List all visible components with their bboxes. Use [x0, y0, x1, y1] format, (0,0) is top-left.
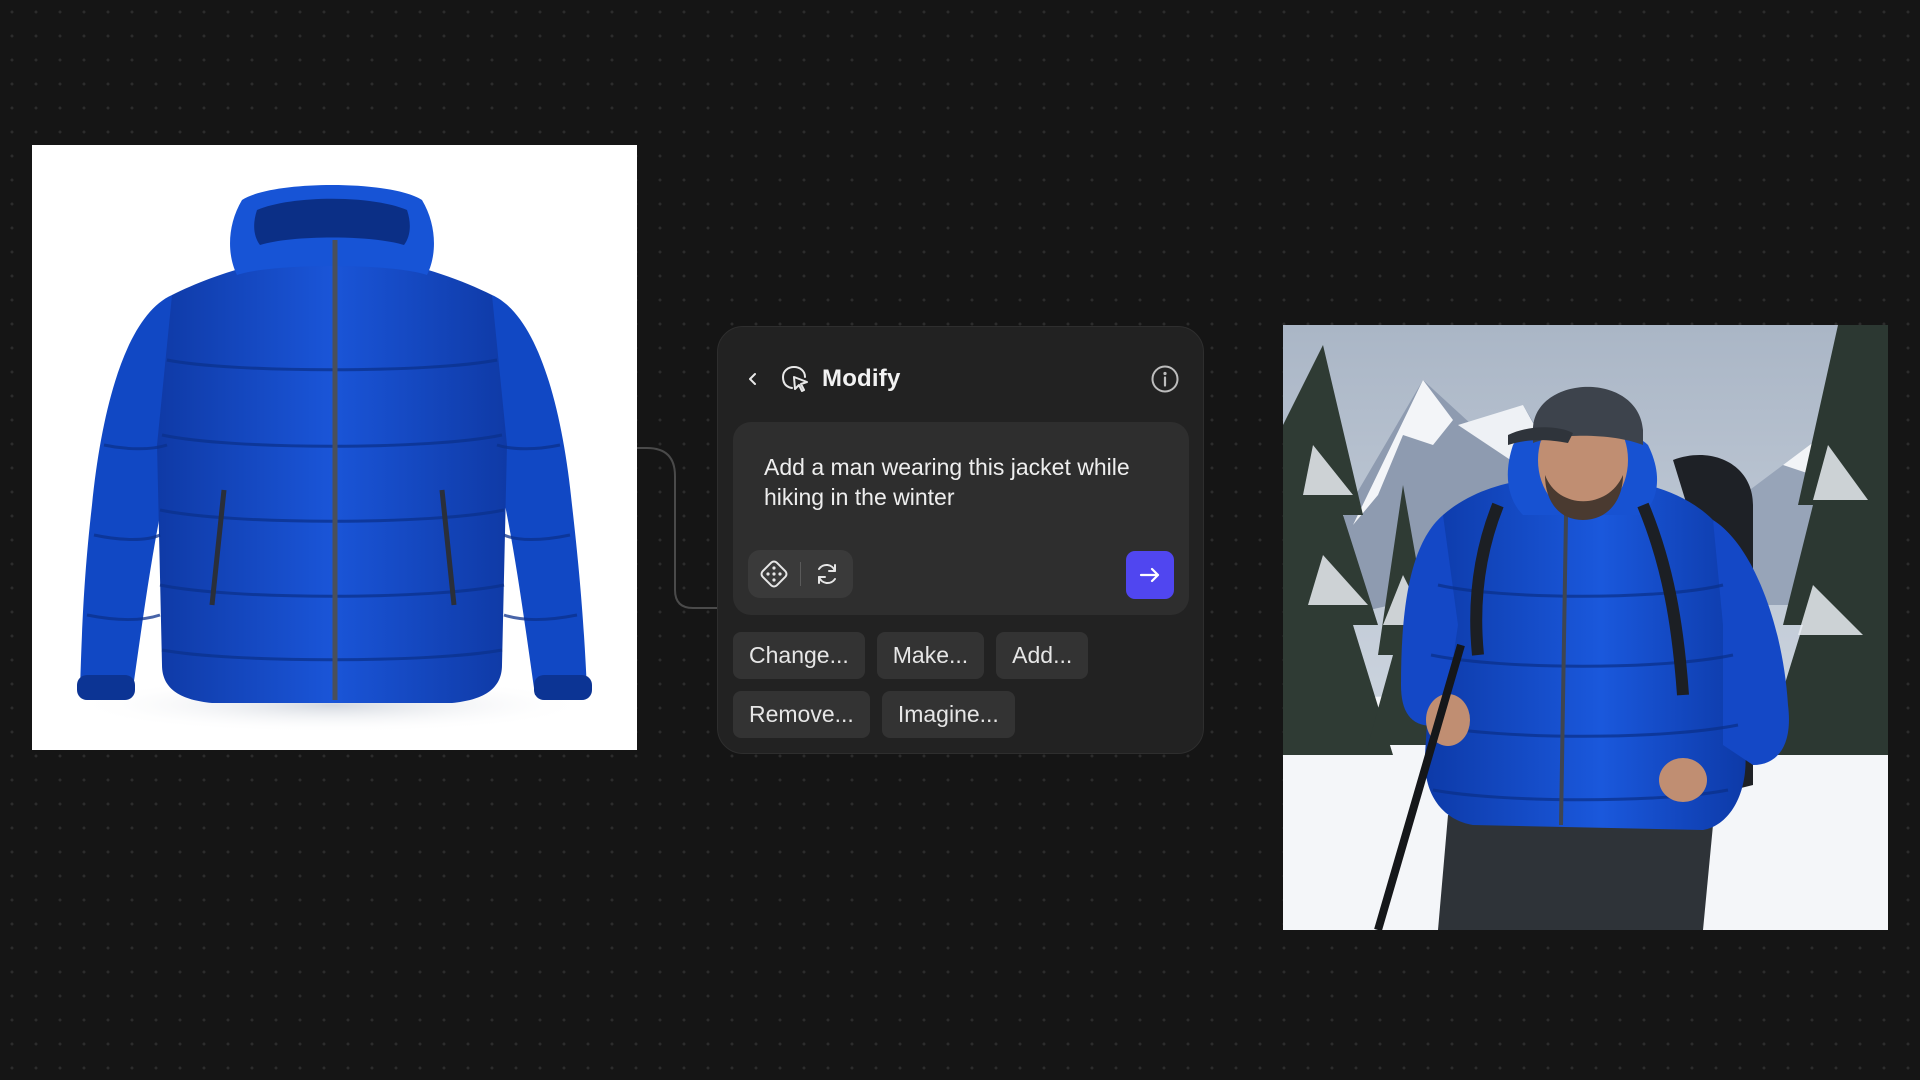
- send-button[interactable]: [1126, 551, 1174, 599]
- source-image[interactable]: [32, 145, 637, 750]
- chip-imagine[interactable]: Imagine...: [881, 691, 1015, 738]
- chip-make[interactable]: Make...: [876, 632, 985, 679]
- result-image[interactable]: [1283, 325, 1888, 930]
- arrow-right-icon: [1139, 567, 1160, 583]
- connector-line: [637, 447, 717, 609]
- chevron-left-icon: [749, 373, 756, 385]
- modify-panel: Modify Add a man wearing this jacket whi…: [717, 326, 1204, 754]
- cursor-sparkle-icon: [778, 362, 812, 396]
- prompt-box[interactable]: Add a man wearing this jacket while hiki…: [733, 422, 1189, 615]
- dice-icon: [760, 560, 788, 588]
- hiker-image: [1283, 325, 1888, 930]
- back-button[interactable]: [740, 366, 766, 392]
- suggestion-chips: Change... Make... Add... Remove... Imagi…: [733, 632, 1193, 738]
- panel-title: Modify: [822, 365, 901, 392]
- info-icon: [1151, 365, 1179, 393]
- canvas: Modify Add a man wearing this jacket whi…: [0, 0, 1920, 1080]
- refresh-icon: [818, 564, 836, 584]
- prompt-input[interactable]: Add a man wearing this jacket while hiki…: [764, 452, 1164, 512]
- prompt-tools: [748, 550, 853, 598]
- info-button[interactable]: [1149, 363, 1181, 395]
- randomize-button[interactable]: [748, 550, 800, 598]
- panel-header: Modify: [740, 359, 1181, 399]
- chip-add[interactable]: Add...: [996, 632, 1089, 679]
- regenerate-button[interactable]: [801, 550, 853, 598]
- chip-change[interactable]: Change...: [733, 632, 865, 679]
- jacket-image: [72, 185, 592, 733]
- chip-remove[interactable]: Remove...: [733, 691, 870, 738]
